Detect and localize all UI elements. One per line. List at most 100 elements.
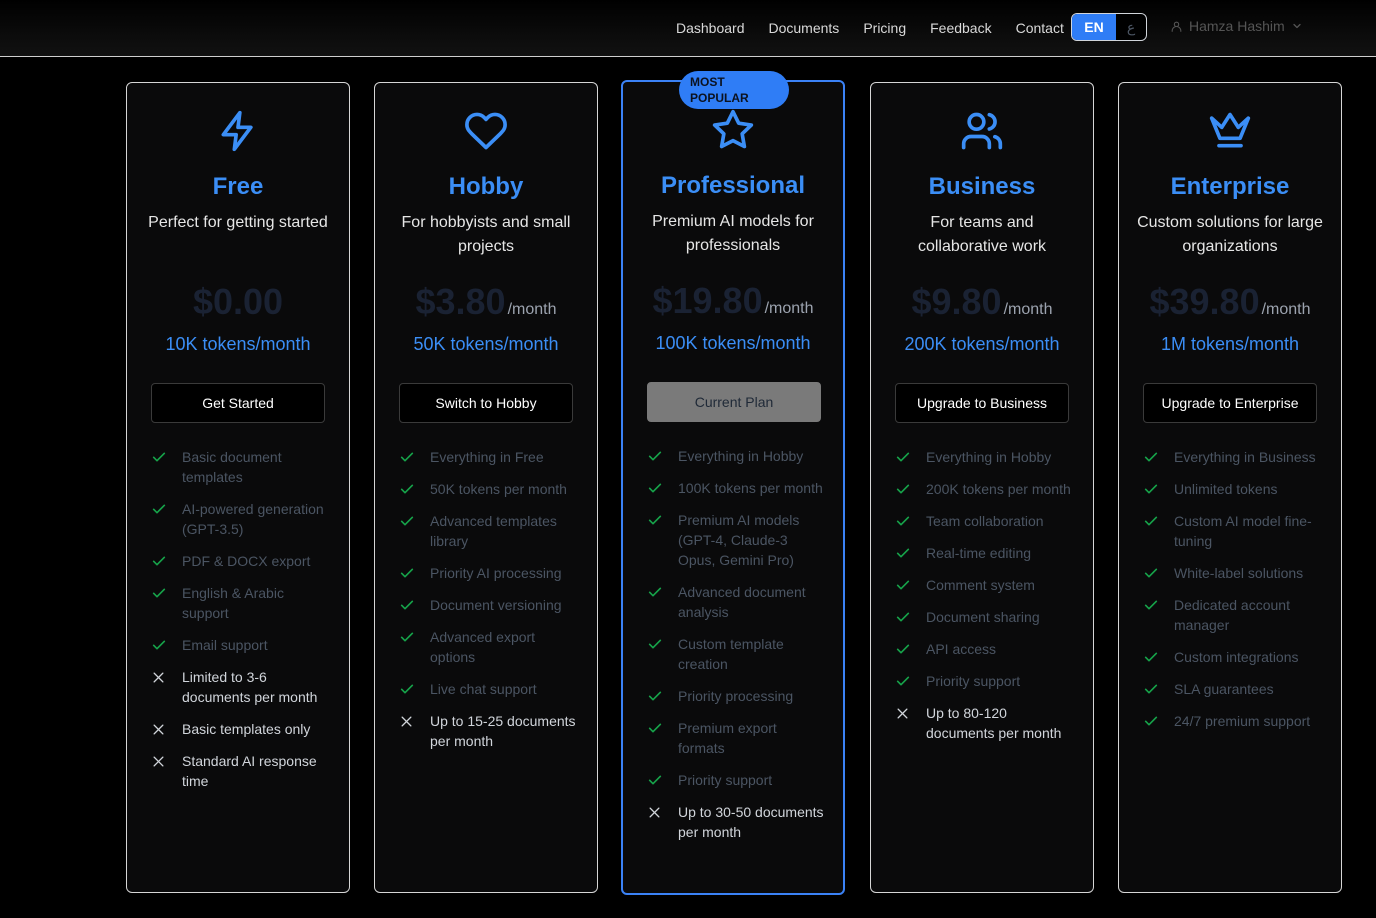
nav-contact[interactable]: Contact: [1016, 20, 1064, 36]
nav-pricing[interactable]: Pricing: [863, 20, 906, 36]
feature-item: Premium export formats: [647, 718, 825, 758]
feature-text: Advanced export options: [430, 629, 536, 665]
feature-text: White-label solutions: [1174, 565, 1304, 581]
feature-text: SLA guarantees: [1174, 681, 1274, 697]
feature-text: Everything in Free: [430, 449, 544, 465]
feature-item: 100K tokens per month: [647, 478, 825, 498]
feature-text: Everything in Business: [1174, 449, 1316, 465]
feature-text: Document versioning: [430, 597, 562, 613]
feature-text: Advanced document analysis: [678, 584, 806, 620]
price-row: $39.80/month: [1119, 281, 1341, 323]
feature-text: Priority support: [678, 772, 773, 788]
feature-text: Unlimited tokens: [1174, 481, 1278, 497]
feature-item: 200K tokens per month: [895, 479, 1073, 499]
feature-text: Real-time editing: [926, 545, 1032, 561]
feature-item: White-label solutions: [1143, 563, 1321, 583]
feature-item: Priority support: [647, 770, 825, 790]
feature-text: Advanced templates library: [430, 513, 557, 549]
feature-item: Limited to 3-6 documents per month: [151, 667, 329, 707]
feature-text: Dedicated account manager: [1174, 597, 1290, 633]
feature-text: Basic document templates: [182, 449, 282, 485]
nav-documents[interactable]: Documents: [769, 20, 840, 36]
zap-icon: [221, 110, 253, 152]
heart-icon: [465, 112, 507, 150]
feature-item: Comment system: [895, 575, 1073, 595]
lang-en-button[interactable]: EN: [1072, 14, 1116, 40]
plan-action-button[interactable]: Upgrade to Business: [895, 383, 1069, 423]
plan-action-button[interactable]: Switch to Hobby: [399, 383, 573, 423]
feature-list: Basic document templates AI-powered gene…: [151, 447, 329, 803]
check-icon: [647, 582, 665, 602]
current-plan-button[interactable]: Current Plan: [647, 382, 821, 422]
price-period: /month: [1261, 301, 1311, 318]
check-icon: [895, 671, 913, 691]
check-icon: [647, 686, 665, 706]
feature-item: SLA guarantees: [1143, 679, 1321, 699]
plan-price: $39.80: [1149, 281, 1260, 322]
check-icon: [895, 479, 913, 499]
feature-item: Standard AI response time: [151, 751, 329, 791]
plan-action-button[interactable]: Upgrade to Enterprise: [1143, 383, 1317, 423]
feature-text: Comment system: [926, 577, 1035, 593]
check-icon: [647, 718, 665, 738]
feature-item: Custom template creation: [647, 634, 825, 674]
feature-item: Up to 30-50 documents per month: [647, 802, 825, 842]
plan-tokens: 10K tokens/month: [165, 334, 311, 354]
feature-item: Advanced export options: [399, 627, 577, 667]
check-icon: [647, 510, 665, 530]
feature-item: Priority AI processing: [399, 563, 577, 583]
feature-item: Priority support: [895, 671, 1073, 691]
feature-item: 50K tokens per month: [399, 479, 577, 499]
check-icon: [1143, 711, 1161, 731]
feature-item: AI-powered generation (GPT-3.5): [151, 499, 329, 539]
plan-name: Enterprise: [1170, 173, 1290, 200]
check-icon: [1143, 563, 1161, 583]
feature-text: Custom template creation: [678, 636, 784, 672]
plan-price: $19.80: [652, 280, 763, 321]
lang-ar-button[interactable]: ع: [1116, 14, 1146, 40]
price-row: $0.00: [127, 281, 349, 323]
feature-text: Up to 80-120 documents per month: [926, 705, 1062, 741]
feature-text: Limited to 3-6 documents per month: [182, 669, 318, 705]
feature-text: Standard AI response time: [182, 753, 317, 789]
plan-name: Hobby: [448, 173, 524, 200]
feature-list: Everything in Free 50K tokens per month …: [399, 447, 577, 763]
feature-text: Up to 15-25 documents per month: [430, 713, 576, 749]
check-icon: [399, 595, 417, 615]
nav-feedback[interactable]: Feedback: [930, 20, 991, 36]
feature-text: API access: [926, 641, 997, 657]
check-icon: [399, 563, 417, 583]
check-icon: [151, 447, 169, 467]
feature-item: Document sharing: [895, 607, 1073, 627]
feature-text: Premium export formats: [678, 720, 777, 756]
plan-price: $3.80: [415, 281, 506, 322]
main-nav: Dashboard Documents Pricing Feedback Con…: [676, 0, 1064, 56]
check-icon: [399, 447, 417, 467]
users-icon: [961, 112, 1003, 150]
feature-item: Priority processing: [647, 686, 825, 706]
feature-item: Advanced templates library: [399, 511, 577, 551]
price-row: $9.80/month: [871, 281, 1093, 323]
user-icon: [1171, 21, 1182, 32]
feature-item: Custom AI model fine-tuning: [1143, 511, 1321, 551]
feature-item: Custom integrations: [1143, 647, 1321, 667]
feature-text: Custom integrations: [1174, 649, 1299, 665]
nav-dashboard[interactable]: Dashboard: [676, 20, 745, 36]
user-menu[interactable]: Hamza Hashim: [1170, 18, 1309, 34]
check-icon: [895, 575, 913, 595]
feature-text: Priority processing: [678, 688, 794, 704]
check-icon: [151, 499, 169, 519]
check-icon: [1143, 511, 1161, 531]
plan-tokens: 100K tokens/month: [655, 333, 811, 353]
feature-text: Document sharing: [926, 609, 1040, 625]
plan-action-button[interactable]: Get Started: [151, 383, 325, 423]
chevron-down-icon: [1293, 23, 1301, 29]
plan-card-enterprise: Enterprise Custom solutions for large org…: [1118, 82, 1342, 893]
feature-text: Everything in Hobby: [678, 448, 804, 464]
plan-description: For teams and collaborative work: [917, 214, 1047, 255]
feature-item: Live chat support: [399, 679, 577, 699]
price-period: /month: [764, 300, 814, 317]
user-name: Hamza Hashim: [1189, 18, 1285, 34]
feature-item: Up to 15-25 documents per month: [399, 711, 577, 751]
plan-description: Premium AI models for professionals: [652, 213, 814, 254]
